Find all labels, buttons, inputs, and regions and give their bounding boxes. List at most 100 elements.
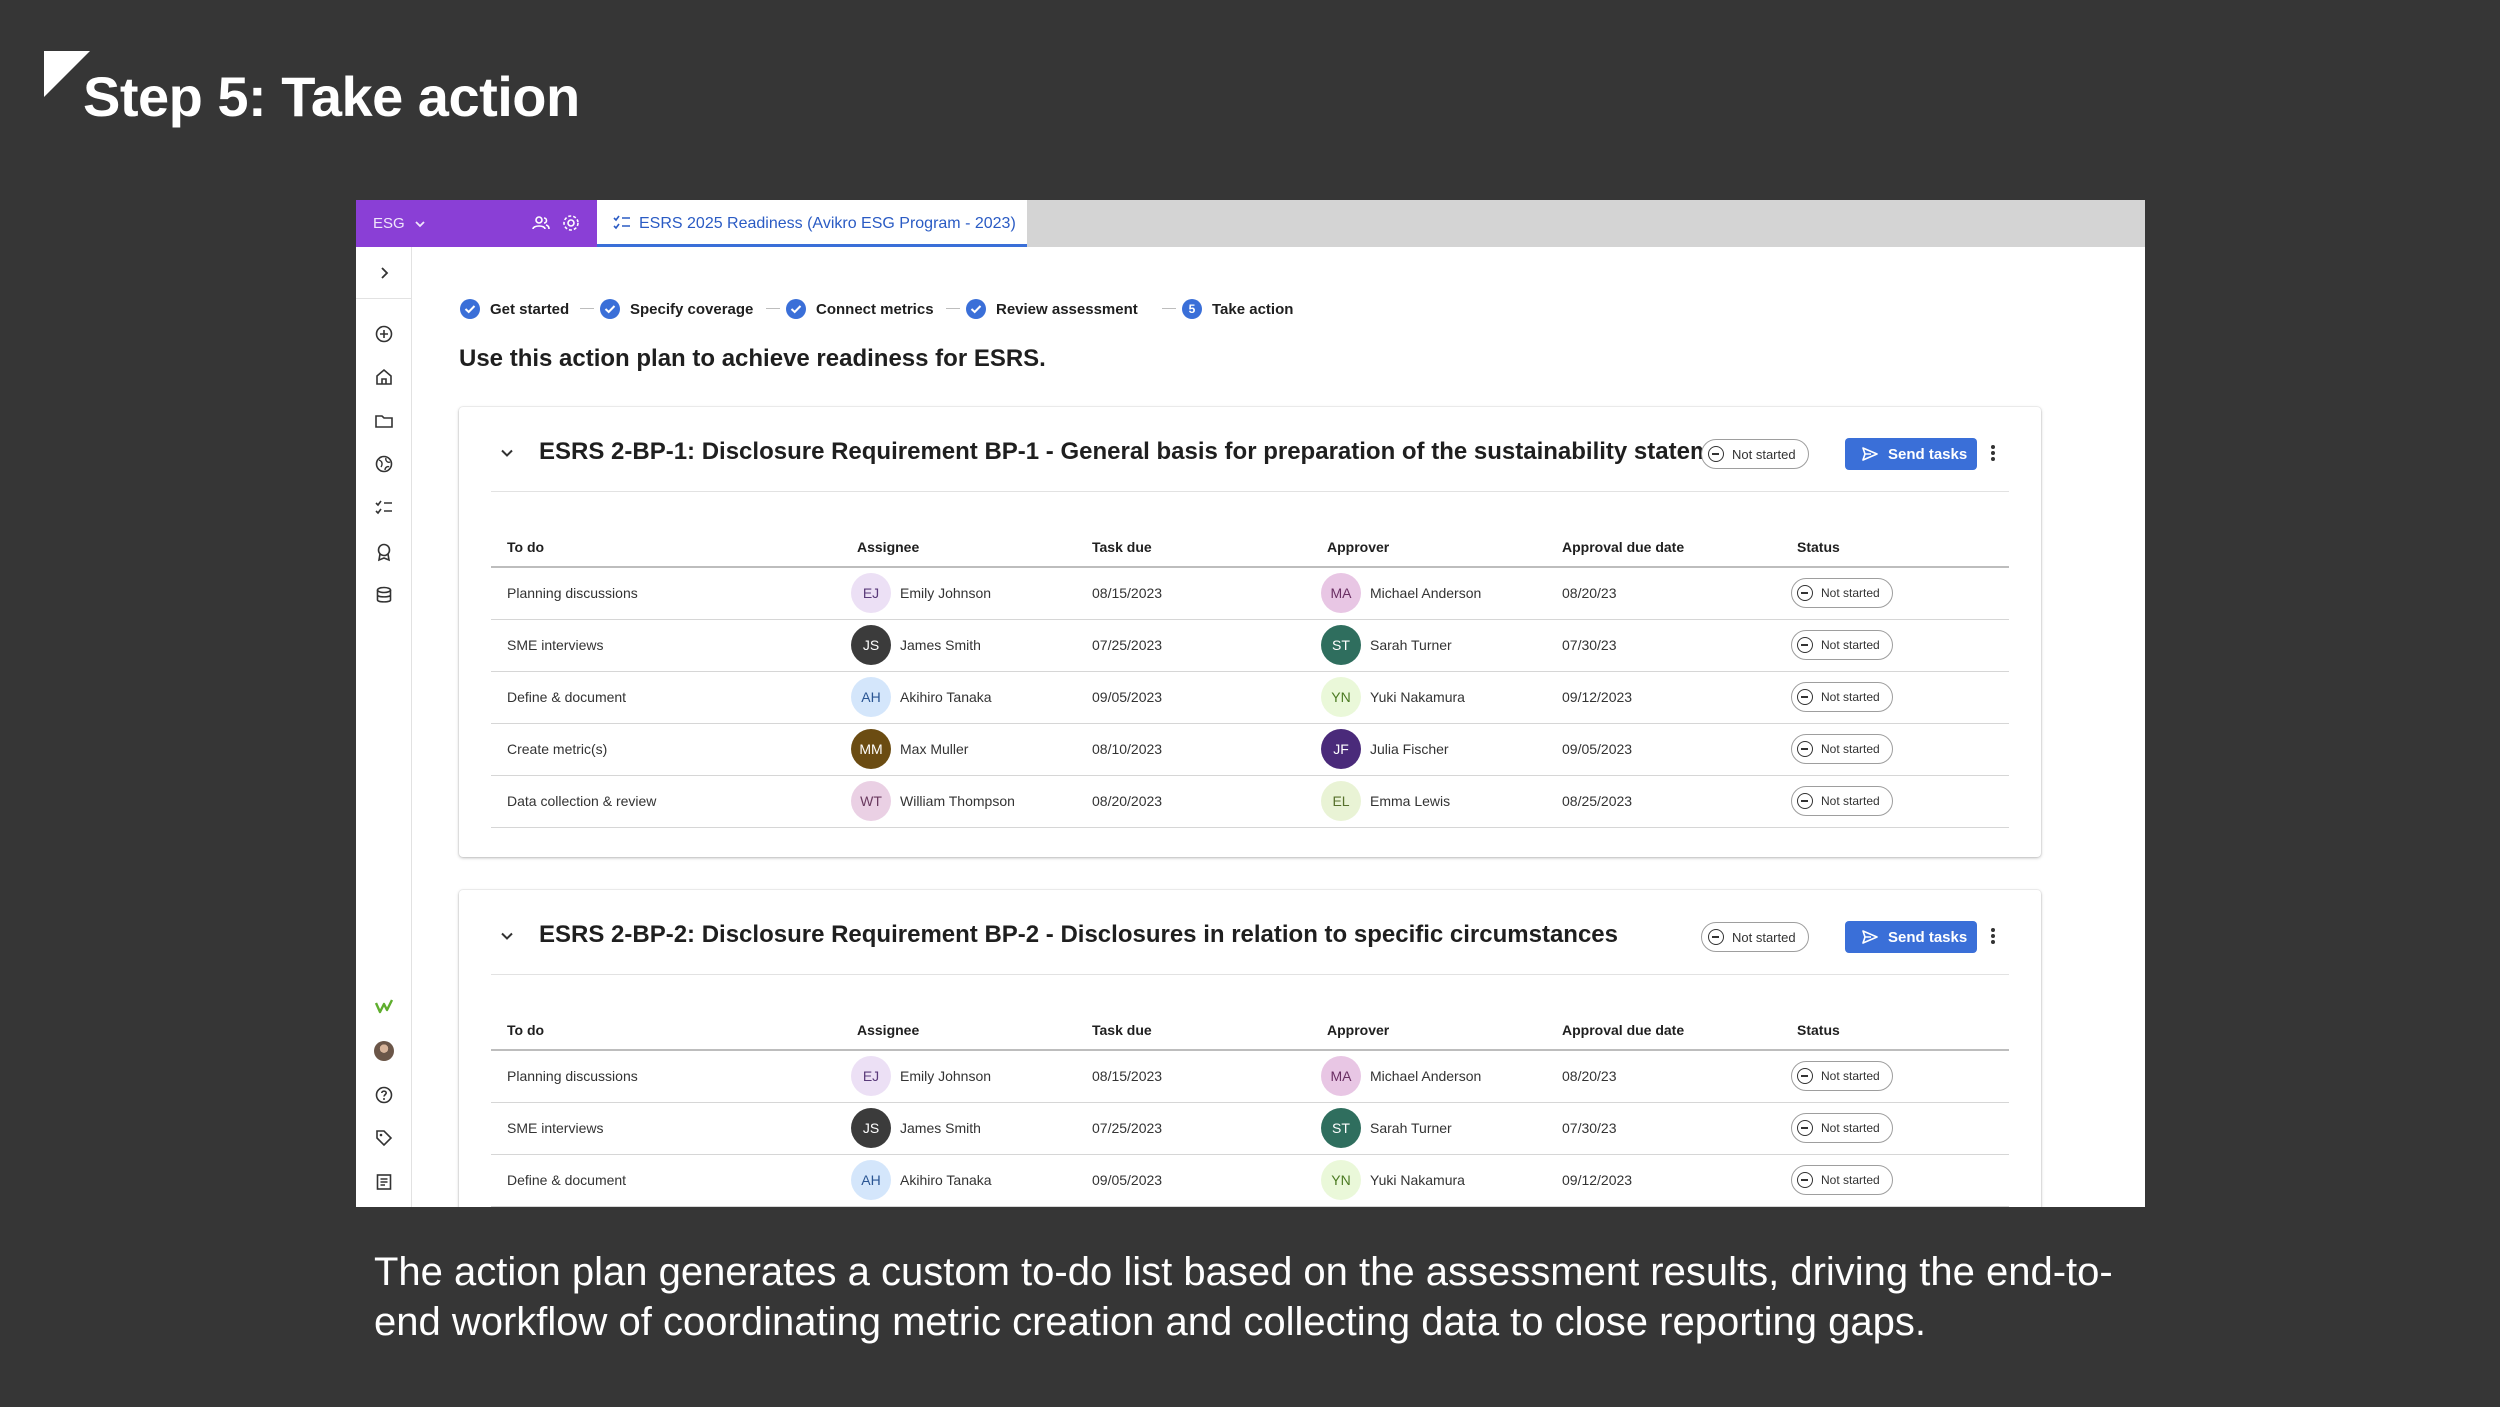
chevron-right-icon[interactable] bbox=[374, 263, 394, 283]
approver-name: Yuki Nakamura bbox=[1370, 1172, 1465, 1188]
approver-cell: JF Julia Fischer bbox=[1311, 723, 1546, 776]
status-badge[interactable]: Not started bbox=[1791, 1113, 1893, 1143]
status-label: Not started bbox=[1732, 446, 1796, 462]
tag-icon[interactable] bbox=[374, 1128, 394, 1148]
folder-icon[interactable] bbox=[374, 411, 394, 431]
user-avatar[interactable] bbox=[374, 1041, 394, 1061]
assignee-cell: JS James Smith bbox=[841, 619, 1076, 672]
status-label: Not started bbox=[1821, 638, 1880, 652]
step-take-action[interactable]: 5 Take action bbox=[1182, 297, 1293, 321]
avatar: ST bbox=[1321, 625, 1361, 665]
approver-cell: YN Yuki Nakamura bbox=[1311, 1154, 1546, 1207]
help-icon[interactable] bbox=[374, 1085, 394, 1105]
status-circle-icon bbox=[1797, 585, 1813, 602]
card-divider bbox=[491, 974, 2009, 975]
tab-esrs-readiness[interactable]: ESRS 2025 Readiness (Avikro ESG Program … bbox=[597, 200, 1027, 247]
table-row[interactable]: SME interviews JS James Smith 07/25/2023 ST S… bbox=[491, 1102, 2009, 1155]
status-circle-icon bbox=[1797, 793, 1813, 809]
step-get-started[interactable]: Get started bbox=[460, 297, 569, 321]
assignee-name: James Smith bbox=[900, 637, 981, 653]
approver-name: Emma Lewis bbox=[1370, 793, 1451, 809]
column-header: Approver bbox=[1311, 527, 1546, 568]
more-options-icon[interactable] bbox=[1985, 441, 2001, 465]
notes-icon[interactable] bbox=[374, 1172, 394, 1192]
approver-cell: ST Sarah Turner bbox=[1311, 619, 1546, 672]
status-circle-icon bbox=[1797, 1068, 1813, 1085]
chevron-down-icon[interactable] bbox=[497, 926, 517, 946]
table-row[interactable]: Planning discussions EJ Emily Johnson 08/15… bbox=[491, 1050, 2009, 1103]
status-circle-icon bbox=[1797, 689, 1813, 705]
avatar: AH bbox=[851, 1160, 891, 1200]
checklist-icon[interactable] bbox=[374, 498, 394, 518]
assignee-cell: WT William Thompson bbox=[841, 775, 1076, 828]
home-icon[interactable] bbox=[374, 367, 394, 387]
status-label: Not started bbox=[1732, 929, 1796, 945]
approver-cell: YN Yuki Nakamura bbox=[1311, 671, 1546, 724]
app-switcher-label: ESG bbox=[373, 215, 405, 232]
tab-label: ESRS 2025 Readiness (Avikro ESG Program … bbox=[639, 215, 1016, 232]
task-due-cell: 09/05/2023 bbox=[1076, 671, 1311, 724]
globe-icon[interactable] bbox=[374, 454, 394, 474]
todo-cell: SME interviews bbox=[491, 619, 841, 672]
approval-due-cell: 07/30/23 bbox=[1546, 619, 1781, 672]
app-switcher[interactable]: ESG bbox=[356, 200, 597, 247]
todo-cell: Define & document bbox=[491, 671, 841, 724]
table-row[interactable]: Data collection & review WT William Thomps… bbox=[491, 775, 2009, 828]
requirement-status-badge: Not started bbox=[1701, 439, 1809, 469]
top-bar: ESG ESRS 2025 Readiness (Avikro ESG Prog… bbox=[356, 200, 2145, 247]
people-icon[interactable] bbox=[531, 213, 551, 233]
assignee-name: James Smith bbox=[900, 1120, 981, 1136]
avatar: YN bbox=[1321, 1160, 1361, 1200]
chevron-down-icon[interactable] bbox=[497, 443, 517, 463]
avatar: ST bbox=[1321, 1108, 1361, 1148]
more-options-icon[interactable] bbox=[1985, 924, 2001, 948]
step-connect-metrics[interactable]: Connect metrics bbox=[786, 297, 934, 321]
table-row[interactable]: Create metric(s) MM Max Muller 08/10/2023 JF… bbox=[491, 723, 2009, 776]
send-tasks-label: Send tasks bbox=[1888, 928, 1968, 946]
step-connector bbox=[766, 308, 780, 309]
status-badge[interactable]: Not started bbox=[1791, 578, 1893, 609]
status-badge[interactable]: Not started bbox=[1791, 682, 1893, 712]
status-label: Not started bbox=[1821, 1173, 1880, 1187]
task-due-cell: 07/25/2023 bbox=[1076, 1102, 1311, 1155]
approver-name: Julia Fischer bbox=[1370, 741, 1449, 757]
table-row[interactable]: Define & document AH Akihiro Tanaka 09/05/2… bbox=[491, 671, 2009, 724]
requirement-title: ESRS 2-BP-1: Disclosure Requirement BP-1… bbox=[539, 438, 1761, 465]
status-cell: Not started bbox=[1781, 567, 2009, 620]
table-row[interactable]: SME interviews JS James Smith 07/25/2023 ST S… bbox=[491, 619, 2009, 672]
approval-due-cell: 08/20/23 bbox=[1546, 567, 1781, 620]
table-row[interactable]: Planning discussions EJ Emily Johnson 08/15… bbox=[491, 567, 2009, 620]
task-due-cell: 09/05/2023 bbox=[1076, 1154, 1311, 1207]
send-tasks-button[interactable]: Send tasks bbox=[1845, 921, 1977, 953]
send-tasks-button[interactable]: Send tasks bbox=[1845, 438, 1977, 470]
status-badge[interactable]: Not started bbox=[1791, 630, 1893, 660]
status-label: Not started bbox=[1821, 794, 1880, 808]
status-cell: Not started bbox=[1781, 1050, 2009, 1103]
status-badge[interactable]: Not started bbox=[1791, 734, 1893, 764]
assignee-name: William Thompson bbox=[900, 793, 1015, 809]
award-icon[interactable] bbox=[374, 542, 394, 562]
gear-icon[interactable] bbox=[561, 213, 581, 233]
column-header: Status bbox=[1781, 1010, 2009, 1051]
avatar: JS bbox=[851, 625, 891, 665]
approver-name: Yuki Nakamura bbox=[1370, 689, 1465, 705]
table-header-row: To do Assignee Task due Approver Approval du… bbox=[491, 527, 2009, 568]
step-specify-coverage[interactable]: Specify coverage bbox=[600, 297, 753, 321]
add-circle-icon[interactable] bbox=[374, 324, 394, 344]
avatar: JS bbox=[851, 1108, 891, 1148]
status-label: Not started bbox=[1821, 586, 1880, 601]
checklist-icon bbox=[613, 215, 630, 230]
database-icon[interactable] bbox=[374, 585, 394, 605]
table-row[interactable]: Define & document AH Akihiro Tanaka 09/05/2… bbox=[491, 1154, 2009, 1207]
step-review-assessment[interactable]: Review assessment bbox=[966, 297, 1138, 321]
status-badge[interactable]: Not started bbox=[1791, 1165, 1893, 1195]
status-cell: Not started bbox=[1781, 619, 2009, 672]
status-label: Not started bbox=[1821, 742, 1880, 756]
check-circle-icon bbox=[786, 299, 806, 319]
assignee-name: Akihiro Tanaka bbox=[900, 1172, 992, 1188]
status-badge[interactable]: Not started bbox=[1791, 786, 1893, 816]
column-header: Assignee bbox=[841, 1010, 1076, 1051]
workiva-logo-icon[interactable] bbox=[374, 997, 394, 1017]
assignee-name: Akihiro Tanaka bbox=[900, 689, 992, 705]
status-badge[interactable]: Not started bbox=[1791, 1061, 1893, 1092]
